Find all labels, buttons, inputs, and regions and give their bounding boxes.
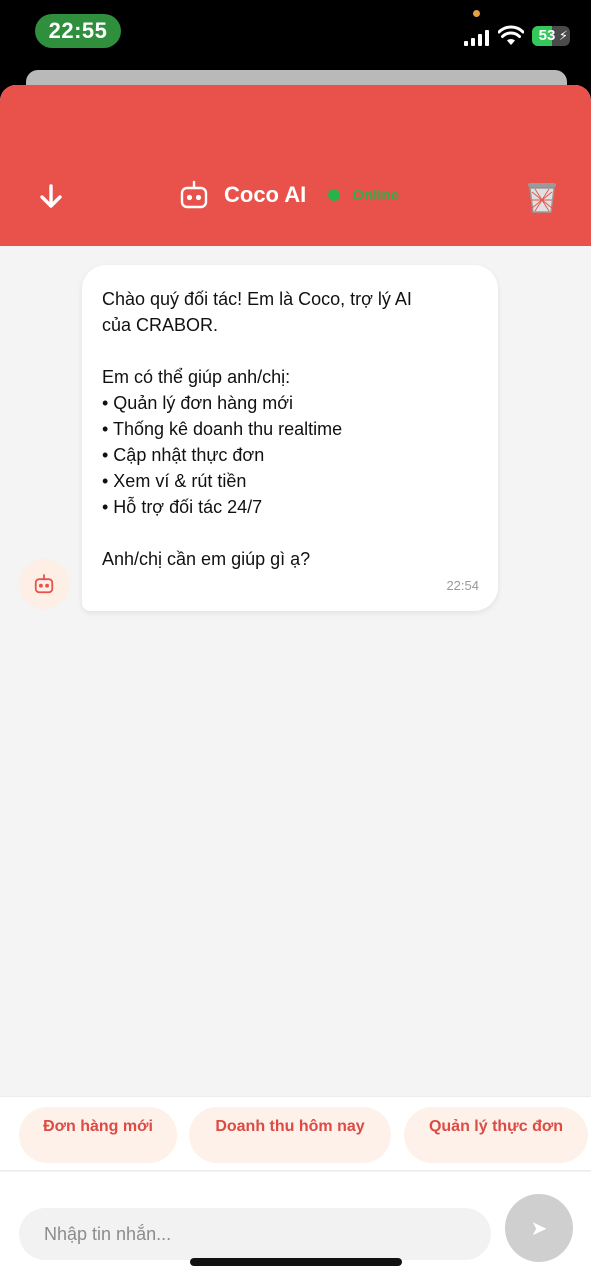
battery-icon: 53 ⚡ bbox=[532, 26, 570, 46]
message-input[interactable] bbox=[19, 1208, 491, 1260]
online-status: Online bbox=[352, 186, 399, 204]
cellular-signal-icon bbox=[464, 30, 490, 46]
online-indicator bbox=[328, 189, 341, 201]
quick-reply-bar: Đơn hàng mới Doanh thu hôm nay Quản lý t… bbox=[0, 1096, 591, 1171]
status-bar: 22:55 53 ⚡ bbox=[0, 0, 591, 70]
robot-icon bbox=[180, 180, 208, 209]
battery-level: 53 bbox=[538, 27, 556, 44]
home-indicator[interactable] bbox=[190, 1258, 402, 1266]
close-down-button[interactable] bbox=[30, 179, 72, 215]
send-icon: ➤ bbox=[530, 1217, 548, 1240]
chat-title: Coco AI bbox=[224, 182, 307, 207]
charging-bolt-icon: ⚡ bbox=[558, 28, 568, 43]
quick-reply-new-orders[interactable]: Đơn hàng mới bbox=[19, 1107, 177, 1163]
robot-icon bbox=[34, 574, 54, 594]
message-time: 22:54 bbox=[446, 578, 479, 593]
wifi-icon bbox=[498, 25, 524, 45]
message-text: Chào quý đối tác! Em là Coco, trợ lý AI … bbox=[102, 289, 412, 569]
header-title-group: Coco AI Online bbox=[178, 175, 399, 215]
privacy-indicator bbox=[473, 10, 480, 17]
arrow-down-icon bbox=[40, 184, 62, 208]
quick-reply-revenue-today[interactable]: Doanh thu hôm nay bbox=[189, 1107, 391, 1163]
trash-icon bbox=[528, 183, 556, 213]
send-button[interactable]: ➤ bbox=[505, 1194, 573, 1262]
delete-chat-button[interactable] bbox=[522, 177, 562, 217]
app-screen: 22:55 53 ⚡ Coco AI Online Chào quý đối t… bbox=[0, 0, 591, 1280]
quick-reply-menu-management[interactable]: Quản lý thực đơn bbox=[404, 1107, 588, 1163]
status-time: 22:55 bbox=[35, 14, 121, 48]
message-list[interactable]: Chào quý đối tác! Em là Coco, trợ lý AI … bbox=[0, 246, 591, 1096]
chat-sheet: Coco AI Online Chào quý đối tác! Em là C… bbox=[0, 85, 591, 1280]
bot-avatar bbox=[19, 559, 69, 609]
bot-message-bubble: Chào quý đối tác! Em là Coco, trợ lý AI … bbox=[82, 265, 498, 611]
chat-header: Coco AI Online bbox=[0, 85, 591, 246]
